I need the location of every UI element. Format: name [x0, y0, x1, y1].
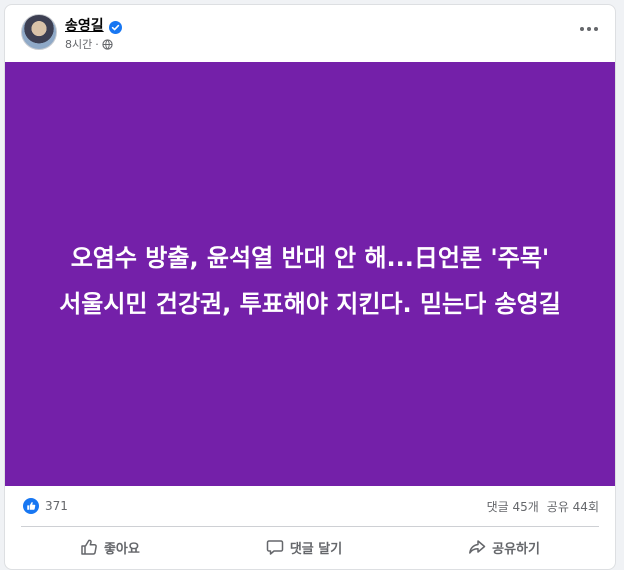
- post-subline: 서울시민 건강권, 투표해야 지킨다. 믿는다 송영길: [59, 290, 561, 318]
- verified-icon: [108, 19, 122, 34]
- post-text-background[interactable]: 오염수 방출, 윤석열 반대 안 해...日언론 '주목' 서울시민 건강권, …: [5, 62, 615, 486]
- like-label: 좋아요: [103, 541, 140, 557]
- avatar[interactable]: [21, 14, 57, 50]
- comment-label: 댓글 달기: [289, 541, 343, 557]
- like-button[interactable]: 좋아요: [70, 534, 150, 561]
- engagement-counts: 371 댓글 45개 공유 44회: [5, 486, 615, 526]
- like-reaction-icon: [23, 498, 39, 514]
- divider: [21, 526, 599, 527]
- comment-count[interactable]: 댓글 45개: [487, 498, 539, 515]
- share-count[interactable]: 공유 44회: [547, 498, 599, 515]
- post-header: 송영길 8시간 ·: [5, 5, 615, 61]
- post-card: 송영길 8시간 · 오염수 방출, 윤석열 반대 안 해...日언론 '주목' …: [4, 4, 616, 570]
- comment-share-counts: 댓글 45개 공유 44회: [487, 498, 599, 515]
- post-time[interactable]: 8시간: [65, 36, 92, 52]
- post-actions: 좋아요 댓글 달기 공유하기: [17, 529, 603, 565]
- post-headline: 오염수 방출, 윤석열 반대 안 해...日언론 '주목': [70, 244, 550, 272]
- author-name[interactable]: 송영길: [65, 15, 104, 35]
- reaction-count: 371: [45, 499, 68, 513]
- reactions-summary[interactable]: 371: [23, 498, 68, 514]
- more-icon: [580, 27, 598, 31]
- comment-icon: [266, 538, 284, 556]
- globe-icon[interactable]: [102, 38, 113, 50]
- author-row: 송영길: [65, 15, 122, 35]
- post-meta: 8시간 ·: [65, 36, 113, 52]
- meta-separator: ·: [95, 37, 99, 51]
- more-options-button[interactable]: [575, 19, 603, 39]
- thumbs-up-icon: [80, 538, 98, 556]
- share-icon: [468, 538, 486, 556]
- share-button[interactable]: 공유하기: [458, 534, 550, 561]
- share-label: 공유하기: [492, 541, 540, 557]
- comment-button[interactable]: 댓글 달기: [256, 534, 352, 561]
